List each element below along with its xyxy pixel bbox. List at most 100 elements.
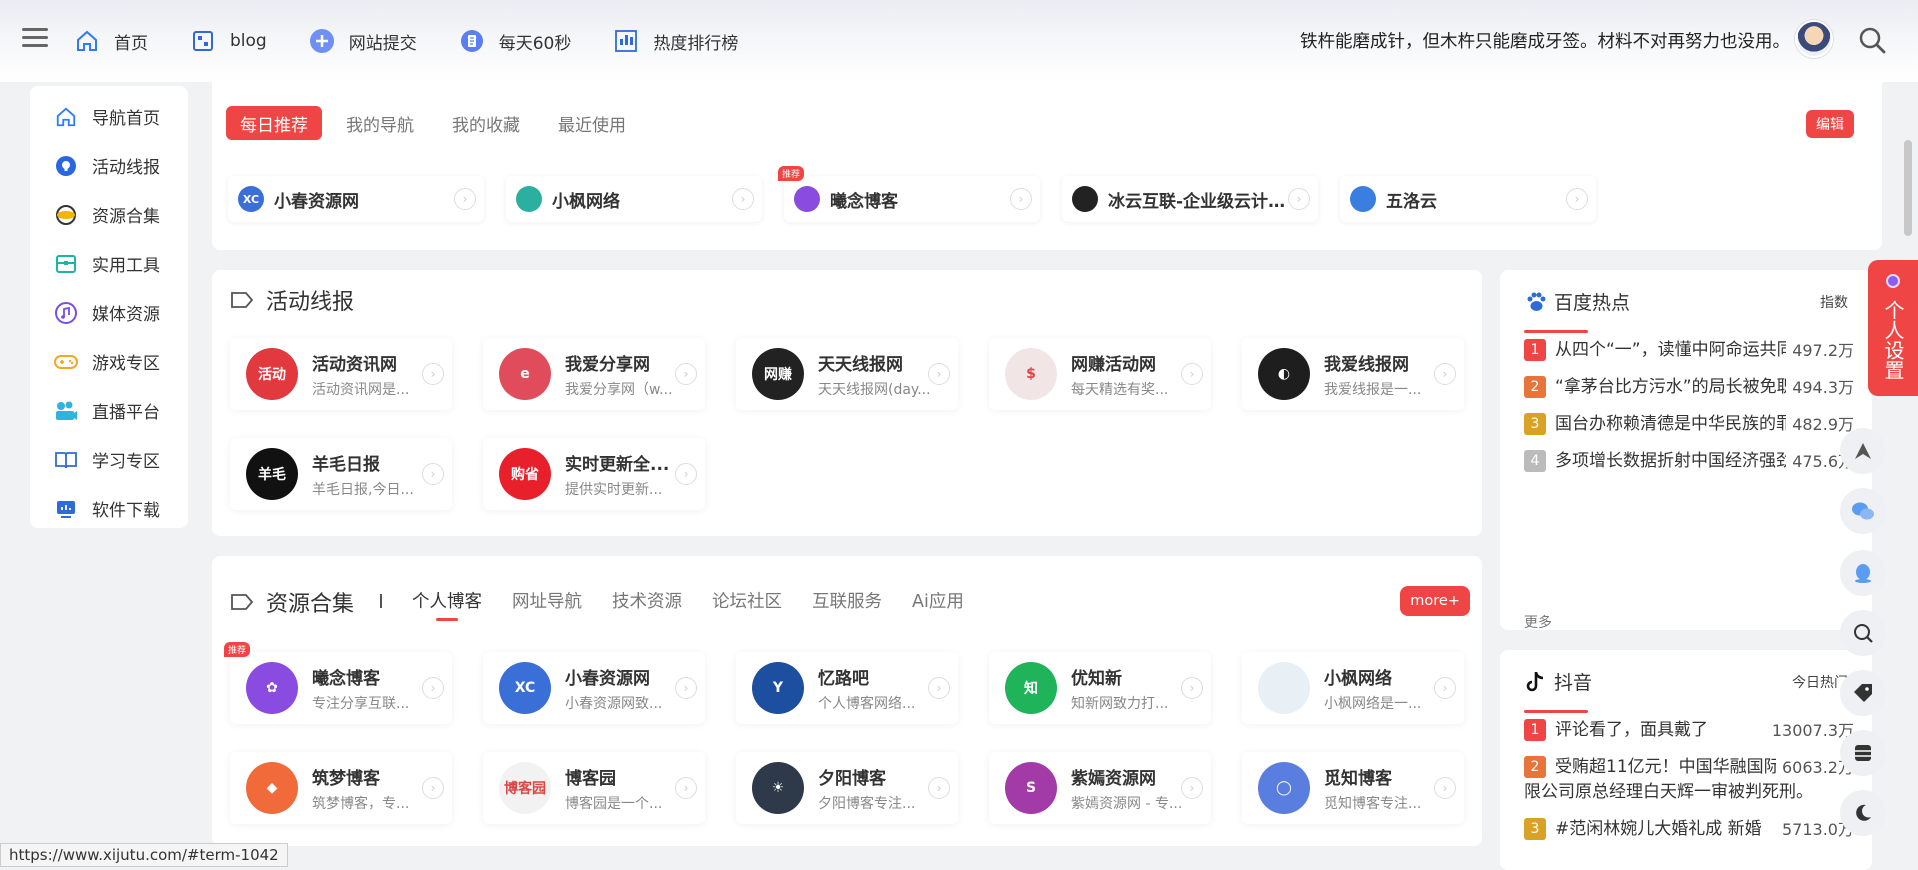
sidebar-item-label: 媒体资源 [92, 305, 160, 325]
edit-button[interactable]: 编辑 [1806, 110, 1854, 138]
nav-hot-rank[interactable]: 热度排行榜 [613, 22, 738, 60]
chevron-right-icon: › [675, 463, 697, 485]
hot-item[interactable]: 3 #范闲林婉儿大婚礼成 新婚 5713.0万 [1524, 817, 1854, 842]
sidebar-item-media[interactable]: 媒体资源 [30, 288, 188, 337]
site-card[interactable]: ◐ 我爱线报网 我爱线报是一... › [1242, 338, 1464, 410]
site-logo: ◐ [1258, 348, 1310, 400]
tab-tech-resources[interactable]: 技术资源 [612, 588, 682, 613]
site-text: 小枫网络 小枫网络是一... [1324, 664, 1442, 713]
wechat-button[interactable] [1840, 488, 1886, 534]
site-card[interactable]: S 紫嫣资源网 紫嫣资源网 - 专... › [989, 752, 1211, 824]
qq-icon [1855, 564, 1871, 583]
user-avatar[interactable] [1795, 20, 1833, 58]
recommend-link[interactable]: XC 小春资源网 › [228, 176, 484, 222]
search-icon [1854, 624, 1873, 643]
tab-url-nav[interactable]: 网址导航 [512, 588, 582, 613]
site-card[interactable]: 推荐 ✿ 曦念博客 专注分享互联... › [224, 642, 452, 724]
new-chart-icon [613, 28, 639, 54]
hot-item[interactable]: 3 国台办称赖清德是中华民族的罪人 482.9万 [1524, 412, 1854, 437]
page-scrollbar[interactable] [1904, 140, 1912, 236]
site-desc: 我爱分享网（w... [565, 381, 673, 398]
music-icon [54, 301, 78, 325]
section-title-text: 活动线报 [266, 290, 355, 315]
personal-settings-button[interactable]: 个人设置 [1868, 260, 1918, 396]
tab-recent[interactable]: 最近使用 [544, 106, 640, 140]
tab-forum[interactable]: 论坛社区 [712, 588, 782, 613]
chevron-right-icon: › [454, 188, 476, 210]
status-bar-url: https://www.xijutu.com/#term-1042 [0, 843, 288, 867]
sidebar-item-activity[interactable]: 活动线报 [30, 141, 188, 190]
chevron-right-icon: › [422, 463, 444, 485]
tab-internet-services[interactable]: 互联服务 [812, 588, 882, 613]
recommend-link[interactable]: 五洛云 › [1340, 176, 1596, 222]
tab-my-nav[interactable]: 我的导航 [332, 106, 428, 140]
site-desc: 羊毛日报,今日... [312, 481, 414, 498]
tiktok-icon [1524, 670, 1548, 694]
site-card[interactable]: 羊毛 羊毛日报 羊毛日报,今日... › [230, 438, 452, 510]
nav-60s[interactable]: 每天60秒 [459, 22, 571, 60]
cms-float-button[interactable] [1840, 730, 1886, 776]
search-float-button[interactable] [1840, 610, 1886, 656]
more-button[interactable]: more+ [1400, 586, 1470, 616]
search-icon[interactable] [1858, 26, 1886, 54]
site-card[interactable]: 知优知新 知新网致力打... › [989, 652, 1211, 724]
site-name: 我爱线报网 [1324, 354, 1409, 375]
leaf-logo-icon [516, 186, 542, 212]
hot-more-link[interactable]: 更多 [1524, 612, 1552, 632]
site-card[interactable]: 购省 实时更新全... 提供实时更新... › [483, 438, 705, 510]
site-name: 天天线报网 [818, 354, 903, 375]
recommend-link[interactable]: 推荐 曦念博客 › [778, 166, 1040, 222]
hot-item[interactable]: 1 从四个“一”，读懂中阿命运共同体 497.2万 [1524, 338, 1854, 363]
sidebar-item-nav-home[interactable]: 导航首页 [30, 92, 188, 141]
link-name: 小枫网络 [552, 191, 620, 212]
tab-daily-recommend[interactable]: 每日推荐 [226, 106, 322, 140]
recommend-link[interactable]: 冰云互联-企业级云计算... › [1062, 176, 1318, 222]
nav-submit[interactable]: 网站提交 [309, 22, 417, 60]
site-logo: S [1005, 762, 1057, 814]
site-card[interactable]: $ 网赚活动网 每天精选有奖... › [989, 338, 1211, 410]
hot-sort-tag[interactable]: 指数 [1820, 292, 1848, 312]
site-card[interactable]: 博客园 博客园 博客园是一个... › [483, 752, 705, 824]
sidebar-item-label: 学习专区 [92, 452, 160, 472]
gamepad-icon [54, 350, 78, 374]
sidebar-item-tools[interactable]: 实用工具 [30, 239, 188, 288]
blog-icon [190, 28, 216, 54]
nav-home[interactable]: 首页 [74, 22, 148, 60]
site-card[interactable]: e 我爱分享网 我爱分享网（w... › [483, 338, 705, 410]
site-card[interactable]: ☀ 夕阳博客 夕阳博客专注... › [736, 752, 958, 824]
sidebar-item-live[interactable]: 直播平台 [30, 386, 188, 435]
database-icon [1855, 745, 1871, 761]
chevron-right-icon: › [422, 777, 444, 799]
hot-item[interactable]: 2 “拿茅台比方污水”的局长被免职 494.3万 [1524, 375, 1854, 400]
qq-button[interactable] [1840, 550, 1886, 596]
tag-float-button[interactable] [1840, 670, 1886, 716]
hot-item[interactable]: 4 多项增长数据折射中国经济强劲动力 475.6万 [1524, 449, 1854, 474]
site-logo: 羊毛 [246, 448, 298, 500]
hot-item[interactable]: 1 评论看了，面具戴了 13007.3万 [1524, 718, 1854, 743]
tab-my-favorites[interactable]: 我的收藏 [438, 106, 534, 140]
site-card[interactable]: 小枫网络 小枫网络是一... › [1242, 652, 1464, 724]
chevron-right-icon: › [422, 677, 444, 699]
nav-blog[interactable]: blog [190, 22, 267, 60]
recommend-link[interactable]: 小枫网络 › [506, 176, 762, 222]
sidebar-item-resources[interactable]: 资源合集 [30, 190, 188, 239]
site-card[interactable]: ◯ 觅知博客 觅知博客专注... › [1242, 752, 1464, 824]
back-to-top-button[interactable] [1840, 428, 1886, 474]
site-name: 小枫网络 [1324, 668, 1392, 689]
site-card[interactable]: 活动 活动资讯网 活动资讯网是... › [230, 338, 452, 410]
theme-toggle-button[interactable] [1840, 790, 1886, 836]
sidebar-item-software[interactable]: 软件下载 [30, 484, 188, 533]
link-name: 曦念博客 [830, 191, 898, 212]
site-text: 小春资源网 小春资源网致... [565, 664, 683, 713]
site-card[interactable]: XC 小春资源网 小春资源网致... › [483, 652, 705, 724]
tab-personal-blog[interactable]: 个人博客 [412, 588, 482, 621]
sidebar-item-games[interactable]: 游戏专区 [30, 337, 188, 386]
hot-item[interactable]: 2 受贿超11亿元！中国华融国际控股有限公司原总经理白天辉一审被判死刑。 6063.… [1524, 755, 1854, 805]
tab-ai-apps[interactable]: Ai应用 [912, 588, 964, 613]
site-card[interactable]: Y 忆路吧 个人博客网络... › [736, 652, 958, 724]
site-desc: 活动资讯网是... [312, 381, 410, 398]
hamburger-menu-icon[interactable] [22, 28, 48, 50]
sidebar-item-study[interactable]: 学习专区 [30, 435, 188, 484]
site-card[interactable]: ◆ 筑梦博客 筑梦博客，专... › [230, 752, 452, 824]
site-card[interactable]: 网赚 天天线报网 天天线报网(day... › [736, 338, 958, 410]
